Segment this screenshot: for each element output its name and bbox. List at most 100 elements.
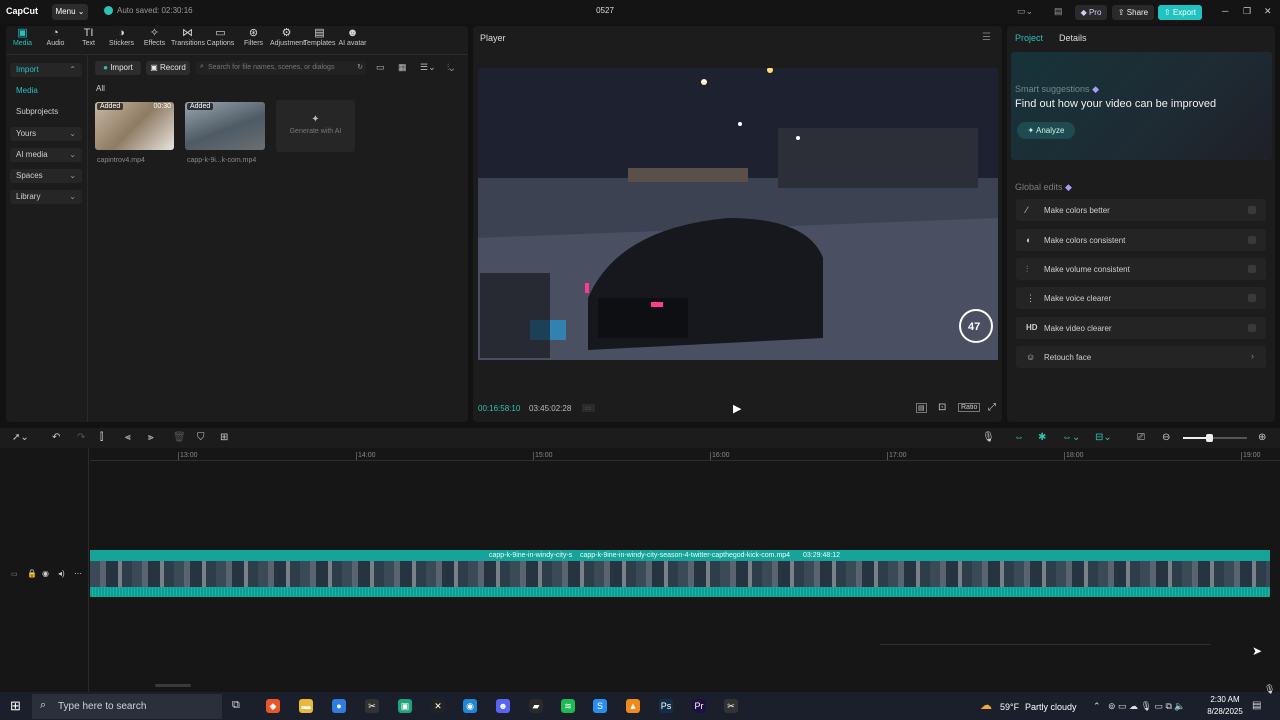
discord-icon[interactable]: ☻ — [496, 699, 510, 713]
close-icon[interactable]: ✕ — [1264, 6, 1272, 17]
tray-icons[interactable]: ⊚ ▭ ☁ 🎙 ▭ ⧉ 🔈 — [1108, 701, 1186, 712]
edit-make-colors-better[interactable]: ⁄ Make colors better — [1016, 199, 1266, 221]
tab-text[interactable]: TI Text — [72, 26, 105, 52]
sidebar-item-ai-media[interactable]: AI media ⌄ — [10, 148, 82, 162]
media-thumb-2[interactable]: Added — [185, 102, 265, 150]
zoom-out-icon[interactable]: ⊖ — [1162, 432, 1170, 443]
eye-icon[interactable]: ◉ — [42, 569, 49, 578]
select-tool-icon[interactable]: ➚⌄ — [12, 432, 29, 443]
split-icon[interactable]: ⫿ — [100, 432, 103, 443]
video-track[interactable]: capp-k-9ine-in-windy-city-s capp-k-9ine-… — [90, 550, 1270, 598]
tab-captions[interactable]: ▭ Captions — [204, 26, 237, 52]
tab-details[interactable]: Details — [1059, 33, 1087, 43]
record-button[interactable]: ▣ Record — [146, 61, 190, 75]
analyze-button[interactable]: ✦ Analyze — [1017, 122, 1075, 139]
media-search-input[interactable]: Search for file names, scenes, or dialog… — [196, 61, 366, 75]
toggle-checkbox[interactable] — [1248, 324, 1256, 332]
linkage-icon[interactable]: ⇔⌄ — [1062, 432, 1080, 443]
project-title[interactable]: 0527 — [580, 6, 630, 15]
photoshop-icon[interactable]: Ps — [659, 699, 673, 713]
redo-icon[interactable]: ↷ — [77, 432, 85, 443]
chrome-icon[interactable]: ● — [332, 699, 346, 713]
edge-icon[interactable]: ◉ — [463, 699, 477, 713]
toggle-checkbox[interactable] — [1248, 294, 1256, 302]
clip-frames[interactable] — [90, 561, 1270, 587]
tab-audio[interactable]: ◔ Audio — [39, 26, 72, 52]
timecode-toggle[interactable]: ▭ — [582, 404, 595, 412]
tab-templates[interactable]: ▤ Templates — [303, 26, 336, 52]
link-icon[interactable]: ⇔ — [1014, 432, 1024, 443]
lock-icon[interactable]: 🔒 — [27, 569, 37, 578]
tab-media[interactable]: ▣ Media — [6, 26, 39, 52]
folder-icon[interactable]: ▭ — [376, 62, 385, 73]
toggle-checkbox[interactable] — [1248, 265, 1256, 273]
sidebar-item-yours[interactable]: Yours ⌄ — [10, 127, 82, 141]
tab-ai-avatar[interactable]: ☻ AI avatar — [336, 26, 369, 52]
sidebar-item-subprojects[interactable]: Subprojects — [10, 105, 82, 119]
audio-icon[interactable]: ◂) — [58, 569, 65, 578]
sort-icon[interactable]: ☰⌄ — [420, 62, 436, 73]
tab-stickers[interactable]: ◑ Stickers — [105, 26, 138, 52]
shortcuts-icon[interactable]: ▤ — [1054, 6, 1063, 17]
captions-toggle-icon[interactable]: ⎚ — [1137, 432, 1145, 443]
ratio-button[interactable]: Ratio — [958, 403, 981, 412]
shield-icon[interactable]: ⛉ — [197, 432, 205, 443]
more-icon[interactable]: ⋯ — [74, 569, 82, 578]
play-icon[interactable]: ▶ — [733, 402, 741, 415]
player-menu-icon[interactable]: ☰ — [982, 32, 991, 43]
pro-button[interactable]: ◆ Pro — [1075, 5, 1107, 20]
generate-ai-tile[interactable]: ✦ Generate with AI — [276, 100, 355, 152]
marker-icon[interactable]: ⊞ — [220, 432, 228, 443]
media-thumb-1[interactable]: Added 00:30 — [95, 102, 174, 150]
clock-time[interactable]: 2:30 AM — [1204, 695, 1246, 704]
windows-start-icon[interactable]: ⊞ — [10, 698, 21, 714]
edit-retouch-face[interactable]: ☺ Retouch face › — [1016, 346, 1266, 368]
tab-transitions[interactable]: ⋈ Transitions — [171, 26, 205, 52]
microphone-icon[interactable]: 🎙 — [982, 432, 995, 443]
edit-make-voice-clearer[interactable]: ⋮ Make voice clearer — [1016, 287, 1266, 309]
timeline-scrollbar-h[interactable] — [155, 684, 191, 687]
layout-icon[interactable]: ▭⌄ — [1017, 6, 1033, 17]
expand-icon[interactable]: ⤢ — [988, 402, 996, 413]
capcut-alt-icon[interactable]: ✕ — [431, 699, 445, 713]
capcut-active-icon[interactable]: ✂ — [724, 699, 738, 713]
snap-icon[interactable]: ✱ — [1038, 432, 1046, 443]
snapshot-icon[interactable]: ⊡ — [938, 402, 946, 413]
refresh-icon[interactable]: ↻ — [357, 61, 363, 75]
toggle-checkbox[interactable] — [1248, 206, 1256, 214]
menu-button[interactable]: Menu ⌄ — [52, 4, 88, 20]
clock-date[interactable]: 8/28/2025 — [1204, 707, 1246, 716]
skype-icon[interactable]: S — [593, 699, 607, 713]
taskbar-search-input[interactable]: Type here to search — [32, 694, 222, 719]
video-frame[interactable]: 47 — [478, 68, 998, 360]
import-button[interactable]: ● Import — [95, 61, 141, 75]
zoom-slider[interactable] — [1183, 434, 1247, 442]
sidebar-item-import[interactable]: Import ⌃ — [10, 63, 82, 77]
minimize-icon[interactable]: ─ — [1222, 6, 1228, 16]
zoom-slider-handle[interactable] — [1206, 434, 1213, 442]
chevron-up-icon[interactable]: ⌃ — [1093, 701, 1101, 712]
edit-make-video-clearer[interactable]: HD Make video clearer — [1016, 317, 1266, 339]
edit-make-colors-consistent[interactable]: ◐ Make colors consistent — [1016, 229, 1266, 251]
toggle-checkbox[interactable] — [1248, 236, 1256, 244]
mic-tray-icon[interactable]: 🎙 — [1264, 684, 1275, 695]
share-button[interactable]: ⇪ Share — [1112, 5, 1154, 20]
capcut-icon[interactable]: ✂ — [365, 699, 379, 713]
tab-project[interactable]: Project — [1015, 33, 1043, 43]
grid-view-icon[interactable]: ▦ — [398, 62, 407, 73]
preview-axis-icon[interactable]: ⊟⌄ — [1095, 432, 1112, 443]
cover-icon[interactable]: ▭ — [11, 570, 18, 578]
tab-effects[interactable]: ✧ Effects — [138, 26, 171, 52]
task-view-icon[interactable]: ⧉ — [232, 699, 240, 712]
sidebar-item-spaces[interactable]: Spaces ⌄ — [10, 169, 82, 183]
tab-adjustment[interactable]: ⚙ Adjustment — [270, 26, 305, 52]
notifications-icon[interactable]: ▤ — [1252, 700, 1261, 711]
vlc-icon[interactable]: ▲ — [626, 699, 640, 713]
zoom-in-icon[interactable]: ⊕ — [1258, 432, 1266, 443]
filter-icon[interactable]: ⫶⌄ — [447, 62, 454, 73]
export-button[interactable]: ⇧ Export — [1158, 5, 1202, 20]
split-right-icon[interactable]: ⫸ — [148, 432, 154, 443]
split-left-icon[interactable]: ⫷ — [125, 432, 131, 443]
tab-filters[interactable]: ⊛ Filters — [237, 26, 270, 52]
undo-icon[interactable]: ↶ — [52, 432, 60, 443]
